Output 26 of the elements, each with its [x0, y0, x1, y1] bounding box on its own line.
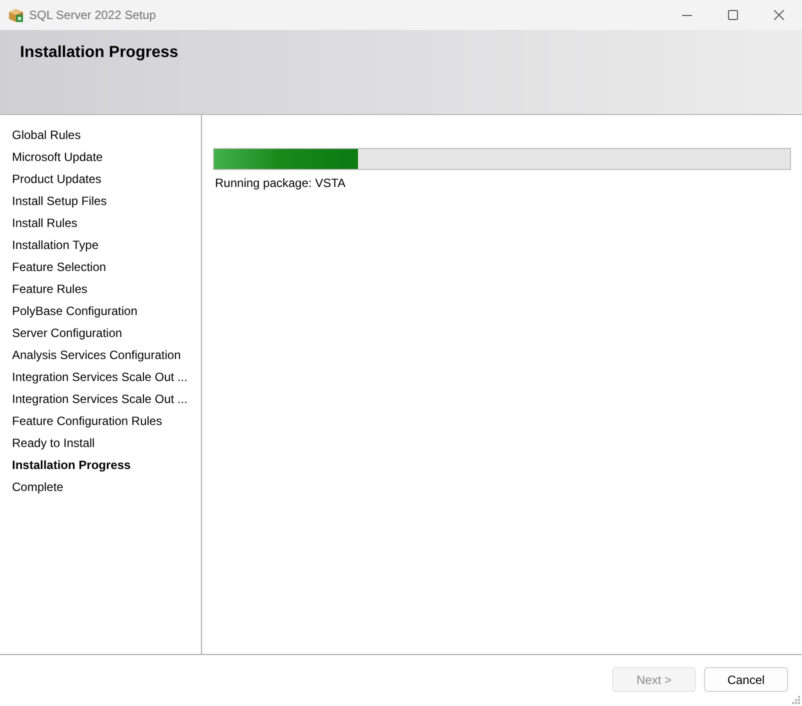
window-title: SQL Server 2022 Setup	[29, 8, 156, 22]
step-item: Feature Selection	[11, 259, 106, 276]
step-item: Installation Progress	[11, 457, 131, 474]
step-item: Product Updates	[11, 171, 102, 188]
page-title: Installation Progress	[20, 44, 178, 62]
maximize-icon	[728, 10, 738, 20]
step-item: Integration Services Scale Out ...	[11, 369, 188, 386]
close-icon	[774, 10, 784, 20]
dialog-button[interactable]: Cancel	[704, 667, 788, 692]
step-item: PolyBase Configuration	[11, 303, 138, 320]
step-item: Server Configuration	[11, 325, 122, 342]
step-item: Integration Services Scale Out ...	[11, 391, 188, 408]
resize-grip-icon	[791, 695, 800, 704]
step-item: Feature Configuration Rules	[11, 413, 162, 430]
step-item: Global Rules	[11, 127, 81, 144]
step-item: Install Rules	[11, 215, 78, 232]
step-item: Microsoft Update	[11, 149, 103, 166]
step-item: Installation Type	[11, 237, 99, 254]
package-icon	[8, 7, 24, 23]
step-item: Ready to Install	[11, 435, 95, 452]
step-item: Analysis Services Configuration	[11, 347, 181, 364]
step-item: Install Setup Files	[11, 193, 107, 210]
minimize-icon	[682, 14, 692, 16]
status-text: Running package: VSTA	[215, 176, 346, 190]
step-item: Complete	[11, 479, 64, 496]
step-item: Feature Rules	[11, 281, 88, 298]
